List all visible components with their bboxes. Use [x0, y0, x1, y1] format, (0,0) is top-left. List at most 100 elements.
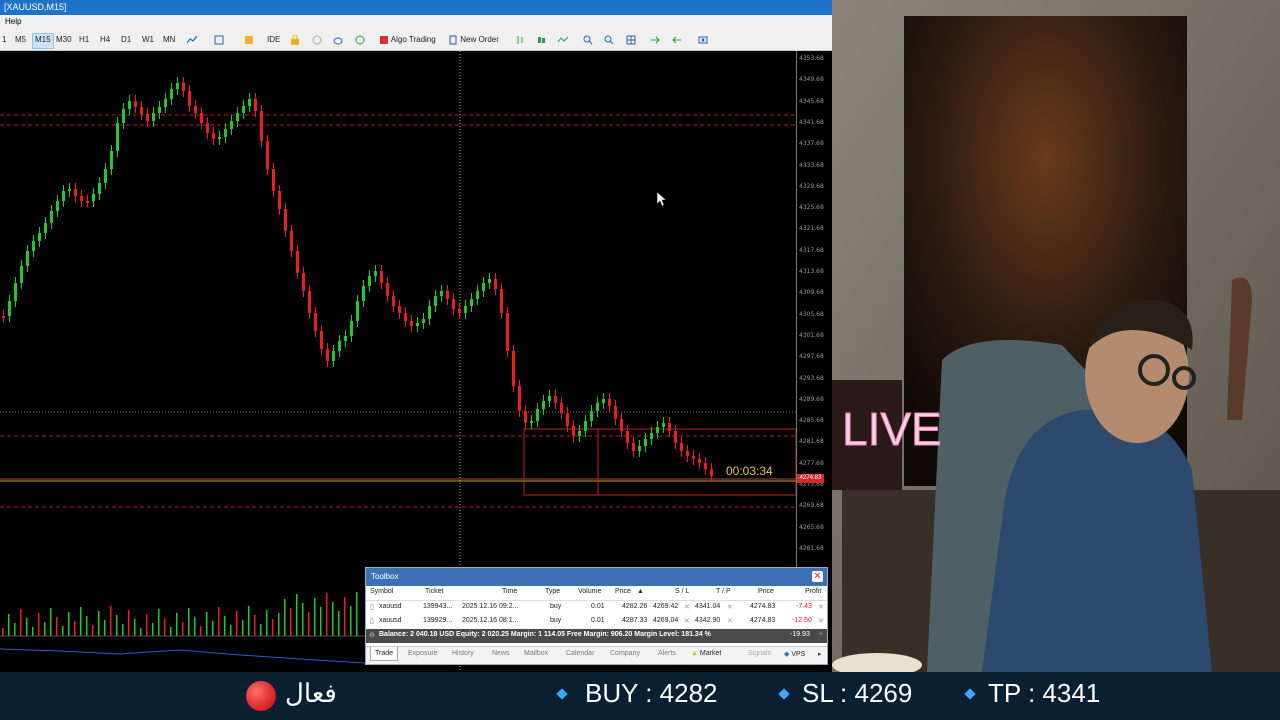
- candle-body: [470, 299, 473, 306]
- remove-tp-icon[interactable]: ✕: [727, 603, 733, 611]
- volume-bar: [338, 611, 340, 636]
- new-order-button[interactable]: New Order: [448, 33, 499, 47]
- algo-trading-button[interactable]: Algo Trading: [379, 33, 436, 47]
- screenshot-icon[interactable]: [698, 33, 708, 47]
- volume-bar: [296, 594, 298, 636]
- timeframe-mn[interactable]: MN: [161, 33, 177, 47]
- volume-bar: [356, 592, 358, 636]
- tab-exposure[interactable]: Exposure: [408, 650, 438, 657]
- timeframe-h4[interactable]: H4: [98, 33, 112, 47]
- timeframe-1[interactable]: 1: [0, 33, 8, 47]
- volume-bar: [194, 617, 196, 636]
- zoom-in-icon[interactable]: [583, 33, 593, 47]
- candle-body: [230, 121, 233, 129]
- col-volume[interactable]: Volume: [578, 588, 601, 595]
- menu-help[interactable]: Help: [5, 17, 21, 26]
- tab-market-label: Market: [699, 650, 722, 657]
- timeframe-m30[interactable]: M30: [54, 33, 74, 47]
- scroll-right-icon[interactable]: ▸: [818, 650, 822, 658]
- indicators-icon[interactable]: [214, 33, 224, 47]
- candle-body: [326, 349, 329, 361]
- timeframe-d1[interactable]: D1: [119, 33, 133, 47]
- tab-history[interactable]: History: [452, 650, 474, 657]
- cell-tp: 4342.90: [695, 617, 721, 624]
- line-type-icon[interactable]: [558, 33, 568, 47]
- tab-trade[interactable]: Trade: [370, 647, 399, 661]
- tab-company[interactable]: Company: [610, 650, 640, 657]
- candle-body: [32, 241, 35, 251]
- price-axis-tick: 4261.68: [799, 544, 824, 552]
- price-axis-tick: 4353.68: [799, 55, 824, 62]
- col-tp[interactable]: T / P: [716, 588, 731, 595]
- col-price[interactable]: Price: [615, 588, 631, 595]
- volume-bar: [68, 612, 70, 636]
- candle-body: [2, 316, 5, 318]
- close-position-icon[interactable]: ✕: [818, 603, 824, 611]
- tab-calendar[interactable]: Calendar: [566, 650, 594, 657]
- candlestick-chart-icon[interactable]: [536, 33, 546, 47]
- price-axis-tick: 4269.68: [799, 502, 824, 510]
- chart-shift-icon[interactable]: [672, 33, 682, 47]
- tab-mailbox[interactable]: Mailbox: [524, 650, 548, 657]
- line-chart-icon[interactable]: [187, 33, 197, 47]
- col-symbol[interactable]: Symbol: [370, 588, 393, 595]
- volume-bar: [8, 614, 10, 636]
- candle-body: [68, 189, 71, 191]
- tab-signals[interactable]: Signals: [748, 650, 771, 657]
- zoom-out-icon[interactable]: [604, 33, 614, 47]
- price-axis-tick: 4329.68: [799, 182, 824, 190]
- col-profit[interactable]: Profit: [805, 588, 821, 595]
- add-icon[interactable]: +: [819, 631, 823, 638]
- timeframe-m5[interactable]: M5: [13, 33, 28, 47]
- col-ticket[interactable]: Ticket: [425, 588, 443, 595]
- cloud-icon[interactable]: [333, 33, 343, 47]
- col-current-price[interactable]: Price: [758, 588, 774, 595]
- autoscroll-icon[interactable]: [650, 33, 660, 47]
- timeframe-m15[interactable]: M15: [32, 33, 54, 49]
- market-icon[interactable]: [355, 33, 365, 47]
- candle-body: [284, 209, 287, 231]
- timeframe-h1[interactable]: H1: [77, 33, 91, 47]
- history-icon[interactable]: [312, 33, 322, 47]
- tab-vps[interactable]: ◆ VPS: [784, 650, 805, 658]
- volume-bar: [260, 624, 262, 636]
- trading-terminal-window: [XAUUSD,M15] Help 1 M5 M15 M30 H1 H4 D1 …: [0, 0, 832, 672]
- table-row[interactable]: ▯ xauusd 139929... 2025.12.16 08:1... bu…: [366, 615, 827, 629]
- candle-body: [428, 306, 431, 319]
- remove-sl-icon[interactable]: ✕: [684, 603, 690, 611]
- candle-body: [416, 323, 419, 326]
- col-sl[interactable]: S / L: [675, 588, 689, 595]
- col-type[interactable]: Type: [545, 588, 560, 595]
- candle-body: [212, 133, 215, 139]
- timeframe-w1[interactable]: W1: [140, 33, 156, 47]
- close-position-icon[interactable]: ✕: [818, 617, 824, 625]
- tab-market[interactable]: ▲ Market: [691, 650, 721, 657]
- candle-body: [536, 409, 539, 421]
- candle-body: [128, 101, 131, 109]
- col-time[interactable]: Time: [502, 588, 517, 595]
- range-rectangle[interactable]: [523, 428, 797, 496]
- oscillator-line: [0, 648, 366, 664]
- cell-volume: 0.01: [591, 617, 605, 624]
- candle-body: [506, 313, 509, 351]
- cell-ticket: 139943...: [423, 603, 453, 610]
- price-axis-tick: 4285.68: [799, 417, 824, 425]
- tab-news[interactable]: News: [492, 650, 510, 657]
- remove-tp-icon[interactable]: ✕: [727, 617, 733, 625]
- close-icon[interactable]: ✕: [812, 571, 823, 582]
- tab-alerts[interactable]: Alerts: [658, 650, 676, 657]
- remove-sl-icon[interactable]: ✕: [684, 617, 690, 625]
- table-row[interactable]: ▯ xauusd 139943... 2025.12.16 09:2... bu…: [366, 601, 827, 615]
- volume-bar: [314, 598, 316, 636]
- candle-body: [686, 451, 689, 456]
- price-axis-tick: 4265.68: [799, 523, 824, 531]
- candle-body: [404, 313, 407, 321]
- templates-icon[interactable]: [244, 33, 254, 47]
- vps-icon: ◆: [784, 651, 790, 658]
- lock-icon[interactable]: [290, 33, 300, 47]
- candle-body: [158, 107, 161, 113]
- ide-button[interactable]: IDE: [267, 33, 280, 47]
- bar-chart-icon[interactable]: [515, 33, 525, 47]
- candle-body: [602, 399, 605, 403]
- grid-icon[interactable]: [626, 33, 636, 47]
